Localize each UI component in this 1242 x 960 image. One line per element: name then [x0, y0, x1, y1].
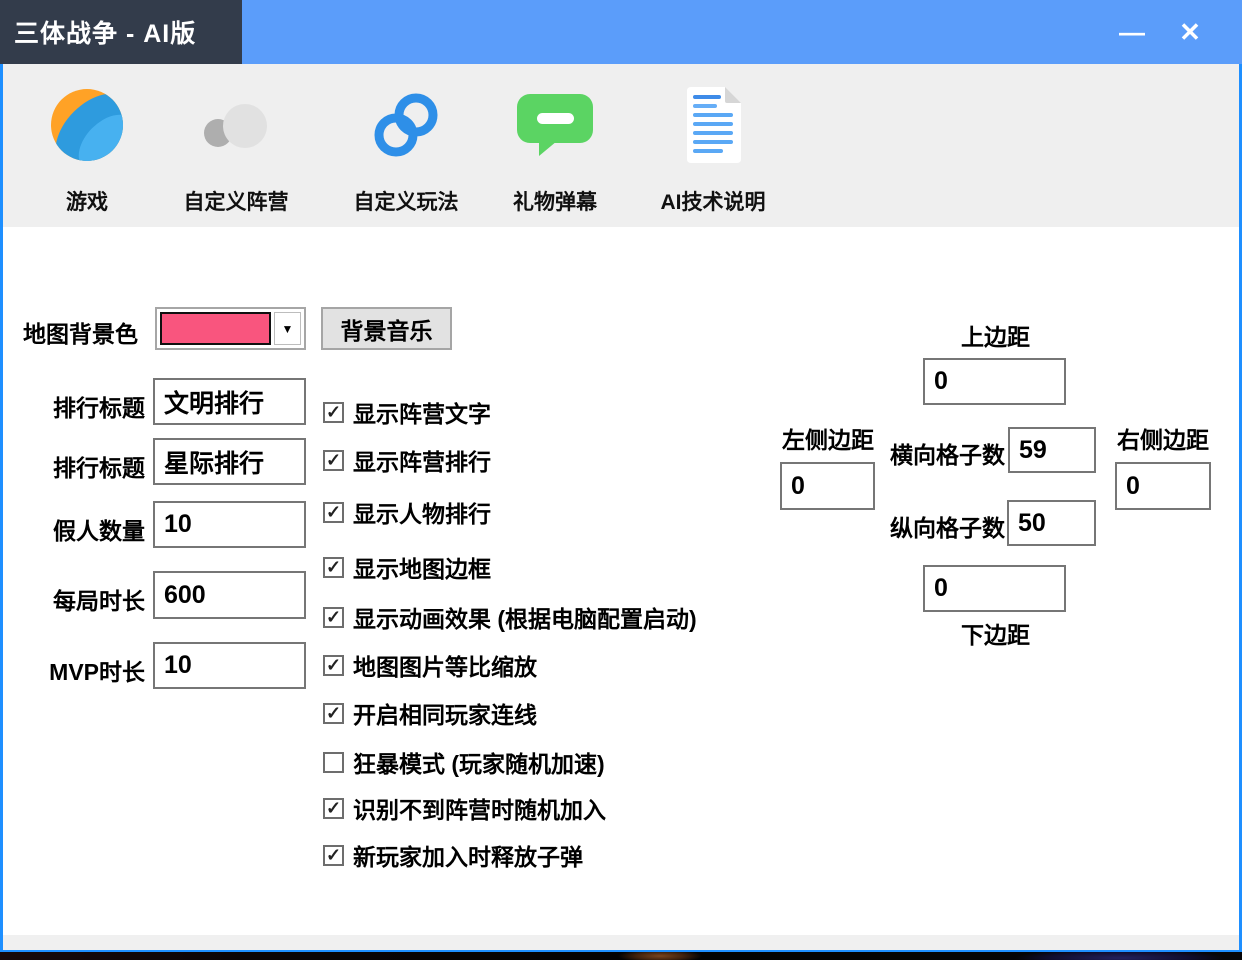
checkbox-label: 地图图片等比缩放: [353, 648, 537, 682]
v-grid-count-input[interactable]: [1007, 500, 1096, 546]
chat-bubble-icon: [493, 66, 617, 184]
round-duration-label: 每局时长: [23, 582, 145, 616]
chain-link-icon: [343, 66, 469, 184]
checkbox-show-faction-text[interactable]: ✓ 显示阵营文字: [323, 398, 491, 426]
checkbox-label: 显示人物排行: [353, 495, 491, 529]
document-icon: [651, 66, 775, 184]
left-margin-input[interactable]: [780, 462, 875, 510]
bottom-margin-input[interactable]: [923, 565, 1066, 612]
check-mark: ✓: [326, 403, 341, 421]
checkbox-berserk-mode[interactable]: 狂暴模式 (玩家随机加速): [323, 748, 605, 776]
checkbox-show-map-border[interactable]: ✓ 显示地图边框: [323, 553, 491, 581]
ranking-title-2-label: 排行标题: [23, 449, 145, 483]
check-mark: ✓: [326, 451, 341, 469]
check-mark: ✓: [326, 608, 341, 626]
checkbox-box[interactable]: ✓: [323, 845, 344, 866]
minimize-button[interactable]: —: [1110, 0, 1154, 64]
right-margin-input[interactable]: [1115, 462, 1211, 510]
h-grid-count-label: 横向格子数: [883, 436, 1005, 470]
toolbar-item-ai-doc[interactable]: AI技术说明: [651, 66, 775, 216]
checkbox-show-player-ranking[interactable]: ✓ 显示人物排行: [323, 498, 491, 526]
checkbox-same-player-link[interactable]: ✓ 开启相同玩家连线: [323, 699, 537, 727]
checkbox-label: 显示动画效果 (根据电脑配置启动): [353, 600, 697, 634]
window-title: 三体战争 - AI版: [0, 14, 196, 50]
checkbox-label: 显示地图边框: [353, 550, 491, 584]
toolbar-label-custom-gameplay: 自定义玩法: [343, 186, 469, 216]
app-window: 三体战争 - AI版 — ✕ 游戏: [0, 0, 1242, 952]
v-grid-count-label: 纵向格子数: [883, 509, 1005, 543]
ranking-title-1-label: 排行标题: [23, 389, 145, 423]
game-ball-icon: [31, 66, 143, 184]
checkbox-label: 新玩家加入时释放子弹: [353, 838, 583, 872]
toolbar-item-gift-danmaku[interactable]: 礼物弹幕: [493, 66, 617, 216]
checkbox-new-player-bullet[interactable]: ✓ 新玩家加入时释放子弹: [323, 841, 583, 869]
checkbox-random-join[interactable]: ✓ 识别不到阵营时随机加入: [323, 794, 606, 822]
checkbox-show-animation[interactable]: ✓ 显示动画效果 (根据电脑配置启动): [323, 603, 697, 631]
mvp-duration-label: MVP时长: [23, 653, 145, 687]
ranking-title-2-input[interactable]: [153, 438, 306, 485]
checkbox-box[interactable]: ✓: [323, 655, 344, 676]
color-swatch: [160, 312, 271, 345]
h-grid-count-input[interactable]: [1008, 427, 1096, 473]
toolbar-label-custom-faction: 自定义阵营: [173, 186, 299, 216]
checkbox-map-image-scale[interactable]: ✓ 地图图片等比缩放: [323, 651, 537, 679]
checkbox-box[interactable]: ✓: [323, 798, 344, 819]
checkbox-box[interactable]: ✓: [323, 450, 344, 471]
settings-panel: 地图背景色 ▼ 背景音乐 排行标题 排行标题 假人数量 每局时长 MVP时长 ✓…: [3, 227, 1239, 935]
toolbar-label-game: 游戏: [31, 186, 143, 216]
dummy-count-label: 假人数量: [23, 512, 145, 546]
top-margin-label: 上边距: [933, 318, 1058, 352]
checkbox-box[interactable]: [323, 752, 344, 773]
window-bottom-strip: [3, 935, 1239, 950]
round-duration-input[interactable]: [153, 571, 306, 619]
checkbox-box[interactable]: ✓: [323, 607, 344, 628]
checkbox-label: 开启相同玩家连线: [353, 696, 537, 730]
toolbar-label-gift-danmaku: 礼物弹幕: [493, 186, 617, 216]
check-mark: ✓: [326, 846, 341, 864]
cloud-icon: [173, 66, 299, 184]
checkbox-label: 显示阵营文字: [353, 395, 491, 429]
check-mark: ✓: [326, 704, 341, 722]
checkbox-box[interactable]: ✓: [323, 502, 344, 523]
background-music-button[interactable]: 背景音乐: [321, 307, 452, 350]
mvp-duration-input[interactable]: [153, 642, 306, 689]
bottom-margin-label: 下边距: [933, 616, 1058, 650]
toolbar-item-custom-gameplay[interactable]: 自定义玩法: [343, 66, 469, 216]
checkbox-label: 狂暴模式 (玩家随机加速): [353, 745, 605, 779]
left-margin-label: 左侧边距: [778, 421, 878, 455]
right-margin-label: 右侧边距: [1113, 421, 1213, 455]
map-bg-color-picker[interactable]: ▼: [155, 307, 306, 350]
toolbar-item-game[interactable]: 游戏: [31, 66, 143, 216]
check-mark: ✓: [326, 799, 341, 817]
ranking-title-1-input[interactable]: [153, 378, 306, 425]
dropdown-arrow-icon[interactable]: ▼: [274, 312, 301, 345]
check-mark: ✓: [326, 558, 341, 576]
checkbox-show-faction-ranking[interactable]: ✓ 显示阵营排行: [323, 446, 491, 474]
check-mark: ✓: [326, 656, 341, 674]
toolbar: 游戏 自定义阵营: [3, 64, 1239, 227]
checkbox-box[interactable]: ✓: [323, 703, 344, 724]
check-mark: ✓: [326, 503, 341, 521]
checkbox-label: 显示阵营排行: [353, 443, 491, 477]
title-bar[interactable]: 三体战争 - AI版 — ✕: [0, 0, 1242, 64]
close-button[interactable]: ✕: [1168, 0, 1212, 64]
title-tab: 三体战争 - AI版: [0, 0, 242, 64]
map-bg-color-label: 地图背景色: [23, 315, 138, 349]
checkbox-label: 识别不到阵营时随机加入: [353, 791, 606, 825]
top-margin-input[interactable]: [923, 358, 1066, 405]
toolbar-label-ai-doc: AI技术说明: [651, 186, 775, 216]
dummy-count-input[interactable]: [153, 501, 306, 548]
checkbox-box[interactable]: ✓: [323, 402, 344, 423]
checkbox-box[interactable]: ✓: [323, 557, 344, 578]
toolbar-item-custom-faction[interactable]: 自定义阵营: [173, 66, 299, 216]
window-frame: 游戏 自定义阵营: [0, 64, 1242, 952]
